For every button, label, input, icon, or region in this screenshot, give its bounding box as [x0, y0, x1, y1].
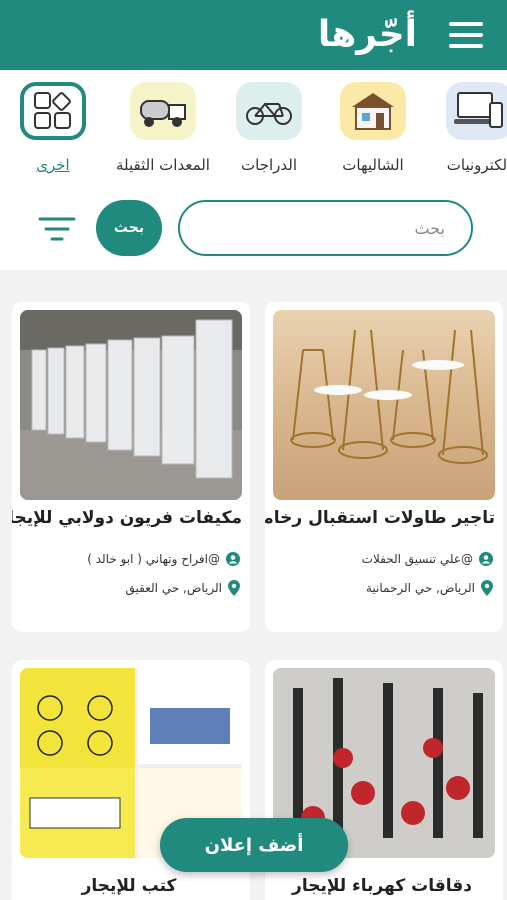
- listing-user[interactable]: @افراح وتهاني ( ابو خالد ): [87, 552, 220, 566]
- filter-icon[interactable]: [38, 216, 76, 242]
- chalet-icon: [340, 82, 406, 140]
- electronics-icon: [446, 82, 507, 140]
- location-icon: [228, 580, 240, 596]
- add-listing-button[interactable]: أضف إعلان: [160, 818, 348, 872]
- listing-title: مكيفات فريون دولابي للإيجار: [12, 508, 242, 528]
- listing-location: الرياض, حي الرحمانية: [366, 581, 475, 595]
- category-chalets[interactable]: الشاليهات: [314, 82, 432, 174]
- category-electronics[interactable]: الكترونيات: [420, 82, 507, 174]
- truck-icon: [130, 82, 196, 140]
- location-icon: [481, 580, 493, 596]
- listing-user[interactable]: @علي تنسيق الحفلات: [362, 552, 473, 566]
- search-bar: بحث: [0, 188, 507, 270]
- listing-card[interactable]: تاجير طاولات استقبال رخامية @علي تنسيق ا…: [265, 302, 503, 632]
- search-input[interactable]: [178, 200, 473, 256]
- app-title: أجّرها: [317, 14, 417, 55]
- category-heavy-equipment[interactable]: المعدات الثقيلة: [104, 82, 222, 174]
- grid-icon: [20, 82, 86, 140]
- listing-image: [20, 310, 242, 500]
- listing-card[interactable]: مكيفات فريون دولابي للإيجار @افراح وتهان…: [12, 302, 250, 632]
- listing-location: الرياض, حي العقيق: [125, 581, 222, 595]
- listing-title: دقاقات كهرباء للإيجار: [292, 876, 472, 896]
- search-button[interactable]: بحث: [96, 200, 162, 256]
- user-icon: [226, 552, 240, 566]
- listing-title: كتب للإيجار: [81, 876, 177, 896]
- category-bikes[interactable]: الدراجات: [210, 82, 328, 174]
- category-bar: الكترونيات الشاليهات الدراجات المعدات ال…: [0, 70, 507, 188]
- bicycle-icon: [236, 82, 302, 140]
- category-other[interactable]: اخرى: [0, 82, 112, 174]
- listing-title: تاجير طاولات استقبال رخامية: [265, 508, 495, 528]
- app-header: أجّرها: [0, 0, 507, 70]
- menu-icon[interactable]: [449, 22, 483, 48]
- user-icon: [479, 552, 493, 566]
- listing-image: [273, 310, 495, 500]
